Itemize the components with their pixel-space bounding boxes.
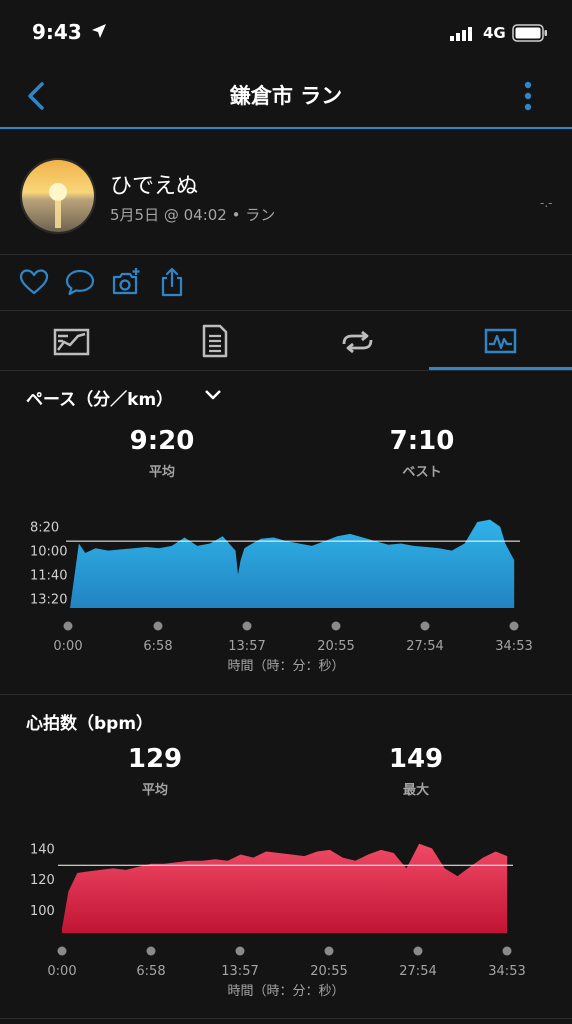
tab-map[interactable] (0, 320, 143, 368)
y-tick-label: 11:40 (30, 569, 67, 584)
hr-max-value: 149 (388, 744, 444, 774)
add-photo-icon[interactable] (110, 266, 142, 298)
x-tick-label: 13:57 (228, 639, 265, 654)
chevron-down-icon[interactable] (204, 388, 222, 402)
divider (0, 254, 572, 255)
heart-rate-chart: 100 120 140 0:00 6:58 13:57 20:55 27:54 34:53 時間（… (30, 842, 526, 999)
x-tick-dot (324, 946, 334, 956)
x-tick-dot (420, 621, 430, 631)
x-tick-label: 27:54 (399, 964, 436, 979)
x-axis-label: 時間（時：分：秒） (227, 984, 344, 999)
y-tick-label: 120 (30, 873, 55, 888)
heart-rate-area-series (62, 843, 508, 933)
comment-icon[interactable] (64, 266, 96, 298)
page-title: 鎌倉市 ラン (229, 84, 343, 108)
heart-rate-chart-title: 心拍数（bpm） (26, 714, 154, 734)
tab-charts[interactable] (429, 320, 572, 368)
tab-details[interactable] (143, 320, 286, 368)
hr-max-label: 最大 (402, 783, 429, 798)
side-mark: -.- (540, 196, 553, 210)
x-tick-dot (331, 621, 341, 631)
signal-icon (450, 27, 472, 41)
x-tick-dot (502, 946, 512, 956)
network-type: 4G (483, 24, 506, 42)
divider (0, 370, 572, 371)
map-icon (53, 328, 90, 356)
hr-avg-value: 129 (127, 744, 183, 774)
share-icon[interactable] (156, 266, 188, 298)
x-tick-label: 34:53 (495, 639, 532, 654)
x-tick-dot (57, 946, 67, 956)
divider (0, 1018, 572, 1019)
y-tick-label: 100 (30, 904, 55, 919)
x-tick-label: 27:54 (406, 639, 443, 654)
x-tick-dot (63, 621, 73, 631)
divider (0, 694, 572, 695)
hr-avg-label: 平均 (141, 783, 168, 798)
nav-divider (0, 127, 572, 129)
pace-best-label: ベスト (402, 465, 442, 480)
pace-best-value: 7:10 (389, 426, 455, 456)
battery-icon (512, 24, 547, 42)
more-options-icon[interactable] (520, 80, 536, 114)
pace-avg-label: 平均 (148, 465, 175, 480)
x-tick-dot (146, 946, 156, 956)
activity-meta: 5月5日 @ 04:02 • ラン (110, 206, 276, 224)
tab-laps[interactable] (286, 320, 429, 368)
pace-chart-title[interactable]: ペース（分／km） (26, 385, 173, 410)
user-name: ひでえぬ (110, 174, 199, 199)
y-tick-label: 140 (30, 842, 55, 857)
x-tick-label: 20:55 (317, 639, 354, 654)
x-tick-dot (235, 946, 245, 956)
x-tick-dot (242, 621, 252, 631)
pace-area-series (70, 519, 515, 608)
x-tick-label: 6:58 (136, 964, 165, 979)
laps-icon (342, 330, 373, 354)
x-tick-label: 0:00 (53, 639, 82, 654)
divider (0, 310, 572, 311)
details-icon (202, 324, 228, 358)
y-tick-label: 13:20 (30, 592, 67, 607)
heart-icon[interactable] (18, 266, 50, 298)
avatar-sunset-image (22, 160, 94, 232)
avatar[interactable] (20, 158, 96, 234)
x-tick-label: 0:00 (47, 964, 76, 979)
pace-avg-value: 9:20 (129, 426, 195, 456)
y-tick-label: 10:00 (30, 545, 67, 560)
x-tick-dot (153, 621, 163, 631)
x-tick-label: 34:53 (488, 964, 525, 979)
y-tick-label: 8:20 (30, 521, 59, 536)
location-arrow-icon (92, 24, 106, 38)
x-tick-label: 6:58 (143, 639, 172, 654)
x-axis-label: 時間（時：分：秒） (227, 659, 344, 674)
x-tick-label: 20:55 (310, 964, 347, 979)
charts-icon (484, 328, 517, 354)
status-time: 9:43 (32, 20, 82, 44)
pace-chart: 8:20 10:00 11:40 13:20 0:00 6:58 13:57 20:55 27:… (30, 519, 533, 674)
x-tick-dot (509, 621, 519, 631)
x-tick-label: 13:57 (221, 964, 258, 979)
x-tick-dot (413, 946, 423, 956)
